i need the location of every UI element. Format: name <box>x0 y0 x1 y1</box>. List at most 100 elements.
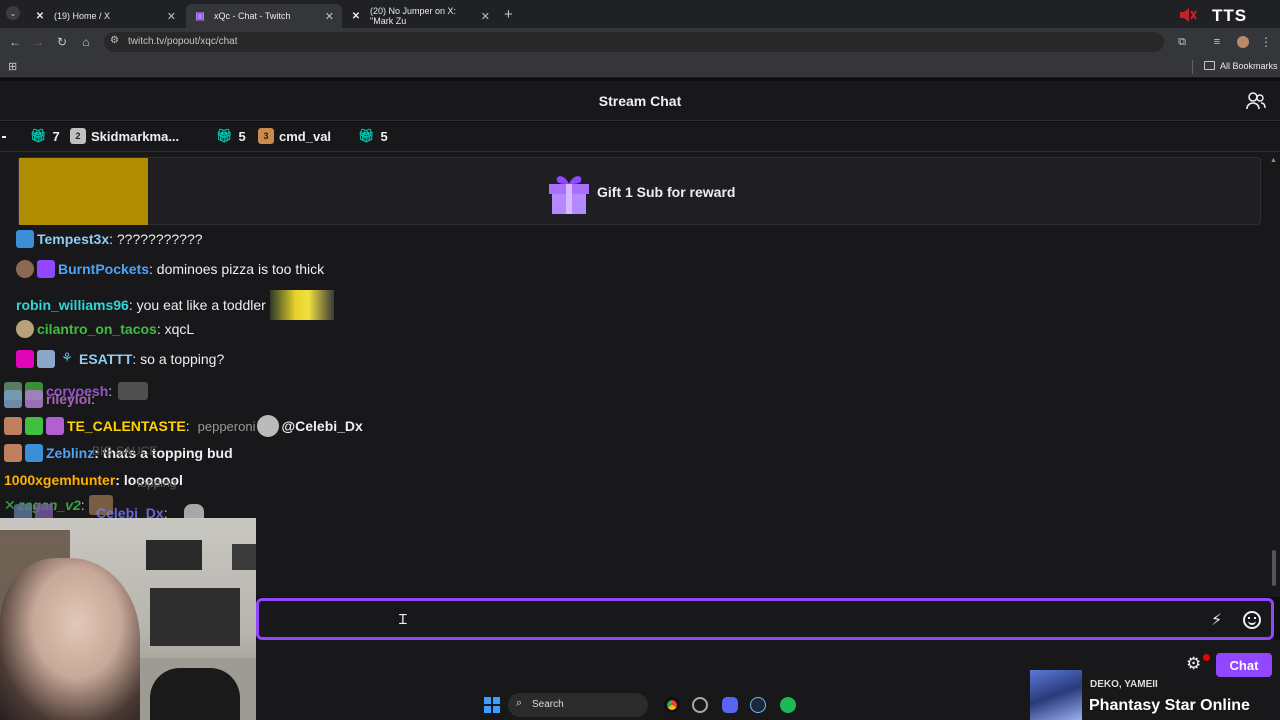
back-button[interactable]: ← <box>7 34 23 50</box>
gift-sub-reward-banner[interactable]: Gift 1 Sub for reward <box>18 157 1261 225</box>
chat-username[interactable]: cilantro_on_tacos <box>37 321 157 337</box>
chat-username[interactable]: robin_williams96 <box>16 297 129 313</box>
settings-notification-dot <box>1203 654 1210 661</box>
new-tab-button[interactable]: + <box>504 6 513 23</box>
chat-message: rileyloi : <box>4 390 95 408</box>
chat-message: ⚘ ESATTT : so a topping? <box>16 350 224 368</box>
spotify-icon[interactable] <box>780 697 796 713</box>
x-logo-icon: ✕ <box>351 10 361 22</box>
forward-button[interactable]: → <box>30 34 46 50</box>
gift-icon: 🎁︎ <box>30 128 47 143</box>
browser-tab-twitch-chat[interactable]: ▣ xQc - Chat - Twitch ✕ <box>186 4 342 28</box>
webcam-chair <box>150 668 240 720</box>
subscriber-badge-icon <box>16 260 34 278</box>
tab-search-dropdown[interactable]: ⌄ <box>6 6 20 20</box>
chat-username[interactable]: TE_CALENTASTE <box>67 418 186 434</box>
home-button[interactable]: ⌂ <box>78 34 94 50</box>
subscriber-badge-icon <box>25 390 43 408</box>
reward-label: Gift 1 Sub for reward <box>597 184 736 200</box>
chat-username[interactable]: Zeblinz <box>46 445 94 461</box>
chat-message-text: pepperoni <box>197 418 256 434</box>
subscriber-badge-icon <box>16 320 34 338</box>
chat-message-text: : xqcL <box>156 321 195 337</box>
subscriber-badge-icon <box>25 417 43 435</box>
mention-username[interactable]: @Celebi_Dx <box>281 418 362 434</box>
chat-message-text: topping <box>136 476 177 490</box>
chat-username[interactable]: 1000xgemhunter <box>4 472 115 488</box>
close-tab-icon[interactable]: ✕ <box>481 10 490 23</box>
chat-username[interactable]: ESATTT <box>79 351 132 367</box>
vip-badge-icon <box>16 350 34 368</box>
rank-badge-icon: 2 <box>70 128 86 144</box>
tab-title: xQc - Chat - Twitch <box>214 11 291 21</box>
emote-image <box>118 382 149 400</box>
all-bookmarks-link[interactable]: All Bookmarks <box>1220 61 1278 71</box>
leaderboard-entry[interactable]: 2 Skidmarkma... <box>70 128 179 144</box>
leaderboard-entry[interactable]: 🎁︎ 5 <box>358 128 388 144</box>
chat-username[interactable]: Tempest3x <box>37 231 109 247</box>
site-info-icon[interactable]: ⚙ <box>110 35 119 46</box>
subscriber-badge-icon <box>16 230 34 248</box>
gift-box-icon <box>547 170 591 216</box>
community-users-icon[interactable] <box>1246 92 1266 110</box>
chat-message-text: : you eat like a toddler <box>128 297 266 313</box>
reload-button[interactable]: ↻ <box>54 34 70 50</box>
browser-menu-icon[interactable]: ⋮ <box>1258 34 1274 50</box>
close-tab-icon[interactable]: ✕ <box>325 10 334 23</box>
chat-username[interactable]: rileyloi <box>46 391 91 407</box>
chat-message: cilantro_on_tacos : xqcL <box>16 320 194 338</box>
leaderboard-entry[interactable]: 3 cmd_val <box>258 128 331 144</box>
gift-icon: 🎁︎ <box>358 128 375 143</box>
chat-input[interactable]: Ɪ ⚡︎ <box>256 598 1274 640</box>
hype-badge-icon: ⚘ <box>61 350 73 365</box>
leaderboard-entry[interactable]: 🎁︎ 7 <box>30 128 60 144</box>
chat-message-text: : ??????????? <box>109 231 203 247</box>
leaderboard-left-edge <box>2 136 6 138</box>
rank-badge-icon: 3 <box>258 128 274 144</box>
apps-grid-icon[interactable]: ⊞ <box>8 60 17 73</box>
chat-message-text: : <box>91 391 96 407</box>
now-playing-artist: DEKO, YAMEII <box>1090 679 1158 690</box>
chat-message-text: : <box>185 418 190 434</box>
x-logo-icon: ✕ <box>35 10 45 22</box>
browser-tab-home-x[interactable]: ✕ (19) Home / X ✕ <box>26 4 184 28</box>
steam-icon[interactable] <box>750 697 766 713</box>
extensions-icon[interactable]: ⧉ <box>1174 34 1190 50</box>
gift-icon: 🎁︎ <box>216 128 233 143</box>
now-playing-overlay: DEKO, YAMEII Phantasy Star Online <box>1030 670 1280 720</box>
sub-gifter-badge-icon <box>37 260 55 278</box>
redacted-block <box>19 158 148 225</box>
gift-leaderboard: 🎁︎ 7 2 Skidmarkma... 🎁︎ 5 3 cmd_val 🎁︎ 5 <box>0 122 1280 152</box>
windows-start-icon[interactable] <box>484 697 500 713</box>
webcam-window <box>146 540 202 570</box>
tts-label: TTS <box>1212 6 1248 25</box>
bookmarks-bar: ⊞ All Bookmarks <box>0 56 1280 78</box>
webcam-furniture <box>150 588 240 646</box>
now-playing-title: Phantasy Star Online <box>1089 697 1250 714</box>
scroll-up-arrow[interactable]: ▲ <box>1270 157 1277 164</box>
subscriber-badge-icon <box>25 444 43 462</box>
taskbar-search[interactable]: ⌕ Search <box>508 693 648 717</box>
media-controls-icon[interactable]: ≡ <box>1209 34 1225 50</box>
discord-icon[interactable] <box>722 697 738 713</box>
chat-username[interactable]: BurntPockets <box>58 261 149 277</box>
chat-message: Zeblinz : thats a topping bud BIG SAUCE <box>4 444 233 462</box>
emote-picker-icon[interactable] <box>1243 611 1261 629</box>
profile-avatar[interactable] <box>1235 34 1251 50</box>
chat-message-text: : so a topping? <box>132 351 225 367</box>
taskbar-search-label: Search <box>532 699 564 710</box>
webcam-overlay <box>0 518 256 720</box>
address-bar[interactable]: ⚙ twitch.tv/popout/xqc/chat <box>104 32 1164 52</box>
chat-header-title: Stream Chat <box>598 93 682 109</box>
app-icon[interactable] <box>692 697 708 713</box>
tab-title: (19) Home / X <box>54 11 111 21</box>
browser-tab-strip: ⌄ ✕ (19) Home / X ✕ ▣ xQc - Chat - Twitc… <box>0 0 1280 28</box>
hype-chat-icon[interactable]: ⚡︎ <box>1211 610 1222 630</box>
subscriber-badge-icon <box>46 417 64 435</box>
browser-tab-no-jumper[interactable]: ✕ (20) No Jumper on X: "Mark Zu ✕ <box>342 4 498 28</box>
chat-message-text: BIG SAUCE <box>92 444 158 458</box>
leaderboard-entry[interactable]: 🎁︎ 5 <box>216 128 246 144</box>
chrome-icon[interactable] <box>664 697 680 713</box>
close-tab-icon[interactable]: ✕ <box>167 10 176 23</box>
chat-scrollbar[interactable] <box>1272 550 1276 586</box>
